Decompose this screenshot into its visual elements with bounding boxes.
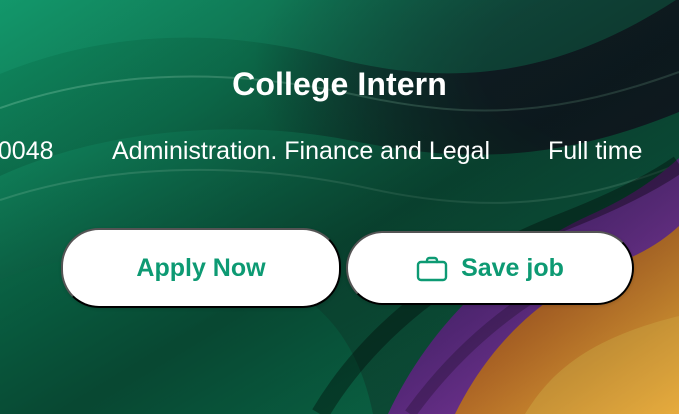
employment-type: Full time [548, 137, 643, 165]
job-title: College Intern [232, 66, 447, 102]
job-category: Administration. Finance and Legal [112, 137, 491, 165]
save-job-button[interactable]: Save job [346, 231, 634, 305]
apply-now-label: Apply Now [136, 253, 266, 282]
save-job-label: Save job [461, 253, 564, 282]
apply-now-button[interactable]: Apply Now [61, 228, 341, 308]
job-id: 60048 [0, 137, 54, 165]
abstract-wave-background [0, 0, 679, 414]
job-hero-banner: College Intern 60048 Administration. Fin… [0, 0, 679, 414]
briefcase-icon [416, 256, 448, 282]
